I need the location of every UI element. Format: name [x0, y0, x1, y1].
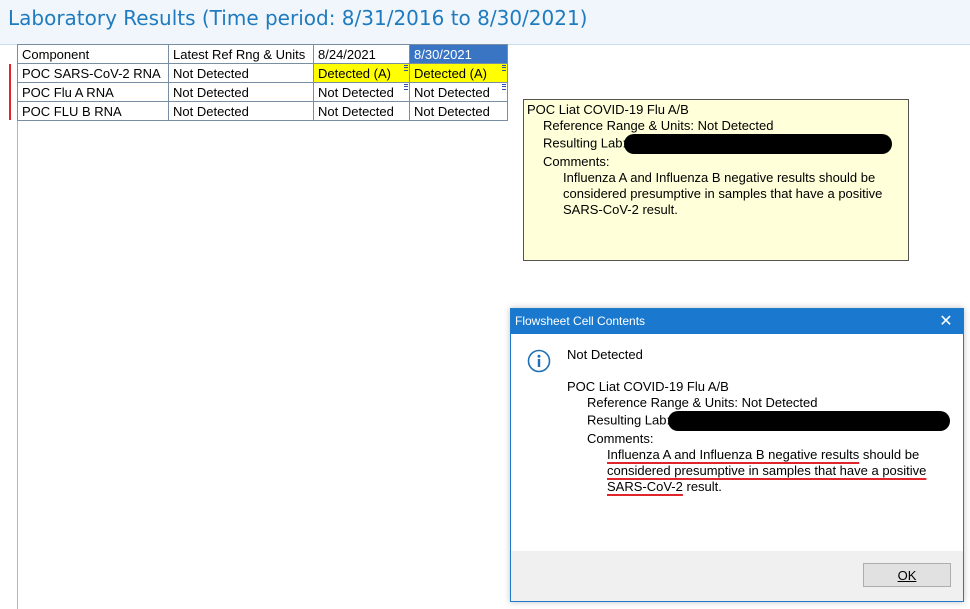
- header-date-2-selected[interactable]: 8/30/2021: [409, 44, 508, 64]
- redaction-mark: [624, 134, 893, 154]
- table-row[interactable]: POC Flu A RNA Not Detected Not Detected …: [17, 82, 508, 102]
- ref-range-cell[interactable]: Not Detected: [168, 63, 314, 83]
- dialog-comment-line: SARS-CoV-2 result.: [567, 479, 957, 495]
- header-component[interactable]: Component: [17, 44, 169, 64]
- result-cell[interactable]: Not Detected: [313, 82, 410, 102]
- dialog-footer: OK: [511, 551, 963, 601]
- dialog-title-bar[interactable]: Flowsheet Cell Contents ✕: [511, 309, 963, 334]
- tooltip-comment-line: Influenza A and Influenza B negative res…: [563, 170, 876, 185]
- dialog-comment-line: Influenza A and Influenza B negative res…: [567, 447, 957, 463]
- dialog-resulting-lab: Resulting Lab:: [567, 411, 957, 431]
- component-cell[interactable]: POC SARS-CoV-2 RNA: [17, 63, 169, 83]
- dialog-result-value: Not Detected: [567, 347, 643, 362]
- tooltip-comment-line: SARS-CoV-2 result.: [563, 202, 678, 217]
- component-cell[interactable]: POC Flu A RNA: [17, 82, 169, 102]
- dialog-resulting-lab-label: Resulting Lab:: [587, 412, 671, 428]
- result-tooltip: POC Liat COVID-19 Flu A/B Reference Rang…: [523, 99, 909, 261]
- dialog-test-name: POC Liat COVID-19 Flu A/B: [567, 379, 729, 394]
- tooltip-comment-line: considered presumptive in samples that h…: [563, 186, 883, 201]
- result-cell[interactable]: Not Detected: [409, 82, 508, 102]
- info-icon: [527, 349, 551, 373]
- page-title: Laboratory Results (Time period: 8/31/20…: [8, 6, 588, 30]
- tooltip-comments-label: Comments:: [543, 154, 610, 169]
- comment-flag-icon: [502, 65, 506, 71]
- results-grid: Component Latest Ref Rng & Units 8/24/20…: [17, 44, 508, 121]
- result-value: Not Detected: [414, 84, 490, 100]
- header-date-1[interactable]: 8/24/2021: [313, 44, 410, 64]
- table-row[interactable]: POC FLU B RNA Not Detected Not Detected …: [17, 101, 508, 121]
- header-ref-range[interactable]: Latest Ref Rng & Units: [168, 44, 314, 64]
- result-value: Detected (A): [414, 65, 487, 81]
- comment-flag-icon: [404, 65, 408, 71]
- result-cell[interactable]: Not Detected: [313, 101, 410, 121]
- grid-header-row: Component Latest Ref Rng & Units 8/24/20…: [17, 44, 508, 64]
- annotation-red-mark: [9, 64, 11, 120]
- title-bar: Laboratory Results (Time period: 8/31/20…: [0, 0, 970, 45]
- table-row[interactable]: POC SARS-CoV-2 RNA Not Detected Detected…: [17, 63, 508, 83]
- comment-flag-icon: [404, 84, 408, 90]
- result-cell-abnormal[interactable]: Detected (A): [313, 63, 410, 83]
- panel-left-border: [17, 44, 18, 609]
- dialog-comments-label: Comments:: [587, 431, 654, 446]
- comment-text: should be: [859, 447, 920, 462]
- underlined-text: SARS-CoV-2: [607, 479, 683, 494]
- tooltip-test-name: POC Liat COVID-19 Flu A/B: [527, 102, 689, 117]
- ref-range-cell[interactable]: Not Detected: [168, 82, 314, 102]
- comment-flag-icon: [502, 84, 506, 90]
- dialog-reference-range: Reference Range & Units: Not Detected: [587, 395, 818, 410]
- dialog-comment-line: considered presumptive in samples that h…: [567, 463, 957, 479]
- ok-button[interactable]: OK: [863, 563, 951, 587]
- result-value: Not Detected: [318, 84, 394, 100]
- result-cell[interactable]: Not Detected: [409, 101, 508, 121]
- dialog-body: Not Detected POC Liat COVID-19 Flu A/B R…: [567, 347, 957, 495]
- result-value: Detected (A): [318, 65, 391, 81]
- dialog-title: Flowsheet Cell Contents: [515, 314, 646, 328]
- tooltip-resulting-lab-label: Resulting Lab:: [543, 135, 627, 151]
- result-cell-abnormal[interactable]: Detected (A): [409, 63, 508, 83]
- underlined-text: considered presumptive in samples that h…: [607, 463, 927, 478]
- tooltip-resulting-lab: Resulting Lab:: [527, 134, 905, 154]
- component-cell[interactable]: POC FLU B RNA: [17, 101, 169, 121]
- tooltip-reference-range: Reference Range & Units: Not Detected: [543, 118, 774, 133]
- flowsheet-cell-dialog: Flowsheet Cell Contents ✕ Not Detected P…: [510, 308, 964, 602]
- ref-range-cell[interactable]: Not Detected: [168, 101, 314, 121]
- comment-text: result.: [682, 479, 722, 494]
- redaction-mark: [668, 411, 951, 431]
- underlined-text: Influenza A and Influenza B negative res…: [607, 447, 860, 462]
- close-icon[interactable]: ✕: [937, 309, 955, 334]
